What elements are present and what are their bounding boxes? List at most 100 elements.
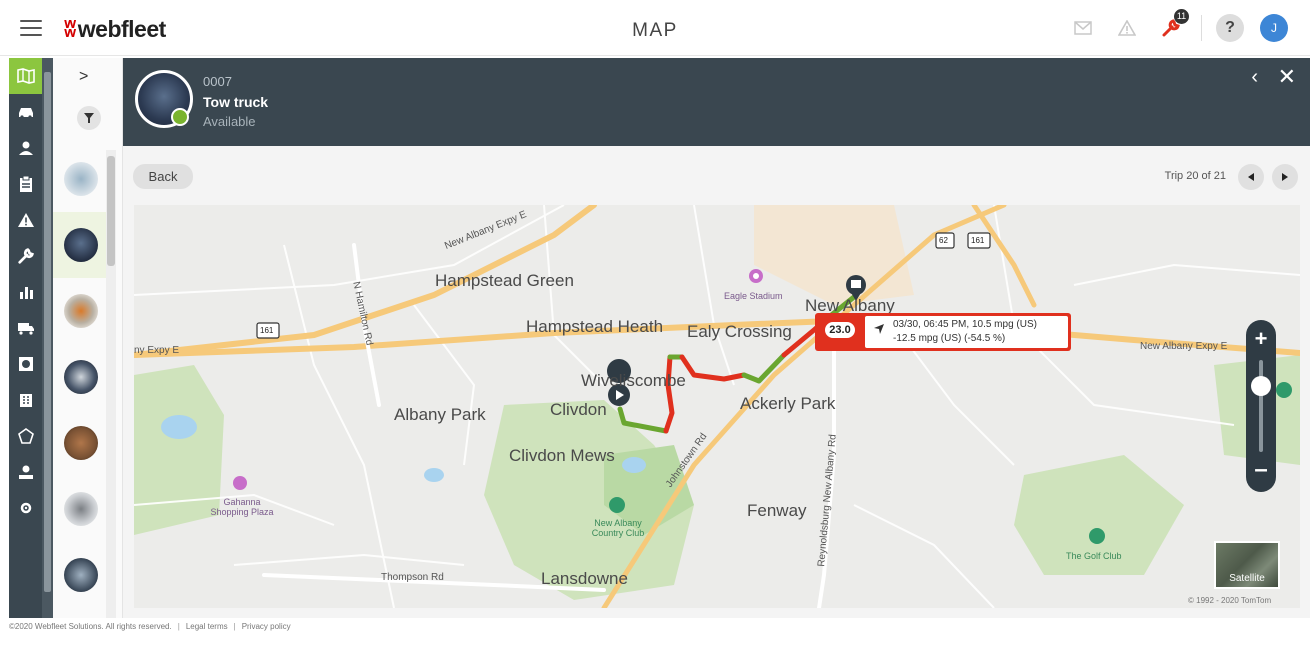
list-item[interactable] <box>53 476 109 542</box>
map-label: Clivdon <box>550 400 607 419</box>
vehicle-status: Available <box>203 114 256 129</box>
nav-fleet[interactable] <box>9 310 42 346</box>
previous-trip-button[interactable] <box>1238 164 1264 190</box>
route-161-label: 161 <box>971 236 985 245</box>
list-item[interactable] <box>53 212 109 278</box>
map-attribution: © 1992 - 2020 TomTom <box>1188 596 1272 605</box>
map-background <box>134 205 1300 608</box>
navigation-arrow-icon <box>874 324 884 334</box>
route-161-label: 161 <box>260 326 274 335</box>
nav-orders[interactable] <box>9 166 42 202</box>
notification-badge: 11 <box>1174 9 1189 24</box>
poi-label: Eagle Stadium <box>724 291 783 301</box>
nav-places[interactable] <box>9 382 42 418</box>
zoom-slider-handle[interactable] <box>1251 376 1271 396</box>
nav-tachograph[interactable] <box>9 346 42 382</box>
next-trip-button[interactable] <box>1272 164 1298 190</box>
list-item[interactable] <box>53 278 109 344</box>
map-icon <box>16 68 35 84</box>
map-label: Fenway <box>747 501 807 520</box>
road-label: ny Expy E <box>134 345 180 356</box>
vehicle-thumbnail <box>64 558 98 592</box>
legal-terms-link[interactable]: Legal terms <box>186 622 228 631</box>
person-icon <box>18 141 33 155</box>
left-navigation <box>9 58 53 618</box>
trip-event-tooltip[interactable]: 23.0 03/30, 06:45 PM, 10.5 mpg (US) -12.… <box>815 313 1071 351</box>
poi-label: New Albany Country Club <box>591 518 645 538</box>
nav-map[interactable] <box>9 58 42 94</box>
vehicle-thumbnail <box>64 294 98 328</box>
messages-button[interactable] <box>1067 12 1099 44</box>
vehicle-list <box>53 146 111 608</box>
nav-alerts[interactable] <box>9 202 42 238</box>
map-label: Clivdon Mews <box>509 446 615 465</box>
help-icon: ? <box>1216 14 1244 42</box>
zoom-control: + – <box>1246 320 1276 492</box>
nav-reports[interactable] <box>9 274 42 310</box>
map-label: Ealy Crossing <box>687 322 792 341</box>
vehicle-list-panel: > <box>53 58 123 618</box>
vehicle-thumbnail <box>64 492 98 526</box>
vehicle-header: 0007 Tow truck Available ‹ ✕ <box>123 58 1310 146</box>
route-62-label: 62 <box>939 236 948 245</box>
nav-maintenance[interactable] <box>9 238 42 274</box>
zoom-slider-track[interactable] <box>1259 360 1263 452</box>
warning-icon <box>1118 20 1136 36</box>
filter-button[interactable] <box>77 106 101 130</box>
poi-label: Gahanna Shopping Plaza <box>210 497 274 517</box>
divider: | <box>177 622 180 631</box>
top-bar: ʬwebfleet MAP 11 ? J <box>0 0 1310 56</box>
map-label: Lansdowne <box>541 569 628 588</box>
nav-drivers[interactable] <box>9 130 42 166</box>
close-icon[interactable]: ✕ <box>1278 64 1296 90</box>
alerts-button[interactable] <box>1111 12 1143 44</box>
privacy-policy-link[interactable]: Privacy policy <box>242 622 291 631</box>
triangle-left-icon <box>1248 173 1254 181</box>
zoom-out-button[interactable]: – <box>1246 456 1276 484</box>
vehicle-name: Tow truck <box>203 94 269 110</box>
bar-chart-icon <box>19 287 33 299</box>
vehicle-thumbnail <box>64 162 98 196</box>
gauge-icon <box>18 357 33 371</box>
satellite-label: Satellite <box>1229 573 1265 584</box>
alert-triangle-icon <box>17 213 34 227</box>
road-label: New Albany Expy E <box>1140 341 1228 352</box>
settings-icon <box>20 502 31 514</box>
vehicle-thumbnail <box>64 426 98 460</box>
nav-scrollbar-thumb[interactable] <box>44 72 51 592</box>
wrench-icon <box>17 248 34 264</box>
help-button[interactable]: ? <box>1214 12 1246 44</box>
back-button[interactable]: Back <box>133 164 193 189</box>
expand-panel-button[interactable]: > <box>79 68 88 86</box>
list-item[interactable] <box>53 344 109 410</box>
tooltip-line-1: 03/30, 06:45 PM, 10.5 mpg (US) <box>893 319 1037 330</box>
polygon-icon <box>17 428 34 444</box>
nav-users[interactable] <box>9 454 42 490</box>
speed-badge: 23.0 <box>823 320 857 340</box>
car-icon <box>18 108 33 119</box>
copyright-text: ©2020 Webfleet Solutions. All rights res… <box>9 622 172 631</box>
vehicle-thumbnail <box>64 360 98 394</box>
list-item[interactable] <box>53 542 109 608</box>
trip-counter: Trip 20 of 21 <box>1164 170 1226 182</box>
list-item[interactable] <box>53 146 109 212</box>
nav-vehicles[interactable] <box>9 94 42 130</box>
nav-scrollbar[interactable] <box>42 58 53 618</box>
map-canvas[interactable]: Hampstead Green Hampstead Heath Ealy Cro… <box>134 205 1300 608</box>
vehicle-list-scrollbar[interactable] <box>106 150 116 618</box>
map-label: Albany Park <box>394 405 486 424</box>
chevron-left-icon[interactable]: ‹ <box>1251 66 1258 89</box>
vehicle-list-scrollbar-thumb[interactable] <box>107 156 115 266</box>
maintenance-button[interactable]: 11 <box>1155 9 1189 44</box>
poi-label: The Golf Club <box>1066 551 1122 561</box>
divider <box>1201 15 1202 41</box>
map-label: Wiveliscombe <box>581 371 686 390</box>
nav-settings[interactable] <box>9 490 42 526</box>
user-menu-button[interactable]: J <box>1258 12 1290 44</box>
zoom-in-button[interactable]: + <box>1246 326 1276 352</box>
vehicle-thumbnail <box>64 228 98 262</box>
list-item[interactable] <box>53 410 109 476</box>
satellite-toggle-button[interactable]: Satellite <box>1214 541 1280 589</box>
nav-areas[interactable] <box>9 418 42 454</box>
footer: ©2020 Webfleet Solutions. All rights res… <box>9 622 291 631</box>
